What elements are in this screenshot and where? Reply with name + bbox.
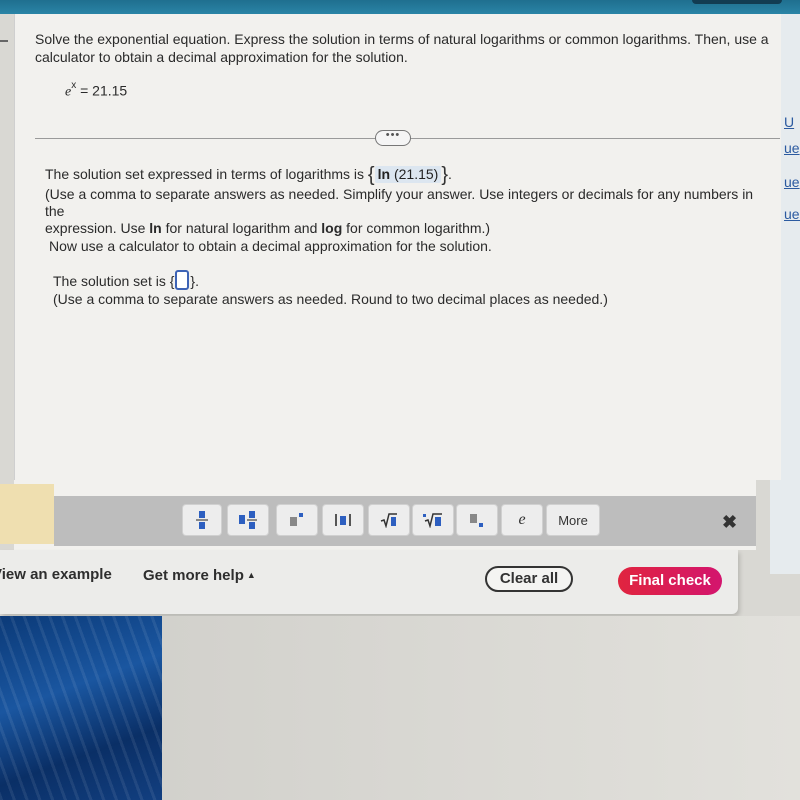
hint-ln: ln [149,220,162,236]
answer1-fn: ln [377,166,391,182]
absolute-value-button[interactable] [322,504,364,536]
side-link-fragment[interactable]: ue [784,174,800,190]
expand-button[interactable]: ••• [375,130,411,146]
absolute-value-icon [335,514,351,526]
answer2-prefix: The solution set is [53,273,166,289]
side-highlight [0,484,54,544]
answer1-field[interactable]: ln (21.15) [374,166,442,183]
side-link-fragment[interactable]: U [784,114,794,130]
answer1-arg: (21.15) [393,166,439,182]
answer-part-2: The solution set is {}. (Use a comma to … [53,270,608,308]
square-root-icon [380,513,397,528]
side-link-fragment[interactable]: ues [784,206,800,222]
get-more-help-label: Get more help [143,567,244,584]
hint-text: for common logarithm.) [342,220,491,236]
hint-text: for natural logarithm and [161,220,322,236]
subscript-button[interactable] [456,504,498,536]
question-panel: Solve the exponential equation. Express … [14,14,781,480]
subscript-icon [470,514,483,527]
clear-all-button[interactable]: Clear all [485,566,573,592]
more-button[interactable]: More [546,504,600,536]
open-brace: { [169,273,175,289]
answer1-prefix: The solution set expressed in terms of l… [45,166,365,182]
side-link-fragment[interactable]: ue [784,140,800,156]
equation: ex = 21.15 [65,80,128,101]
top-bar-tab [692,0,782,4]
left-edge-mark [0,40,8,42]
e-constant-button[interactable]: e [501,504,543,536]
exponent-icon [290,513,303,526]
exponent-button[interactable] [276,504,318,536]
desktop-wallpaper [0,616,162,800]
open-brace: { [367,164,375,186]
answer2-intro: Now use a calculator to obtain a decimal… [49,238,492,254]
answer-part-1: The solution set expressed in terms of l… [45,164,765,237]
get-more-help-button[interactable]: Get more help ▲ [143,567,256,584]
question-instructions: Solve the exponential equation. Express … [35,31,769,65]
nth-root-button[interactable] [412,504,454,536]
browser-top-bar [0,0,800,14]
hint-text: expression. Use [45,220,150,236]
equation-rhs: = 21.15 [80,82,128,99]
desktop-background [162,616,800,800]
hint-log: log [321,220,343,236]
hint-line-1: (Use a comma to separate answers as need… [45,186,754,219]
answer1-hint: (Use a comma to separate answers as need… [45,186,765,237]
answer1-period: . [448,166,452,182]
final-check-button[interactable]: Final check [618,567,722,595]
answer2-input[interactable] [175,270,190,290]
equation-exponent: x [71,80,77,91]
answer2-hint: (Use a comma to separate answers as need… [53,291,608,307]
close-brace: } [441,164,448,186]
caret-up-icon: ▲ [246,570,256,580]
fraction-button[interactable] [182,504,222,536]
square-root-button[interactable] [368,504,410,536]
mixed-number-button[interactable] [227,504,269,536]
nth-root-icon [423,513,442,528]
fraction-icon [196,511,208,529]
answer2-period: . [195,273,199,289]
close-palette-icon[interactable]: ✖ [722,512,737,533]
view-example-link[interactable]: View an example [0,566,112,583]
math-palette: e More [54,496,756,546]
mixed-number-icon [239,511,257,529]
